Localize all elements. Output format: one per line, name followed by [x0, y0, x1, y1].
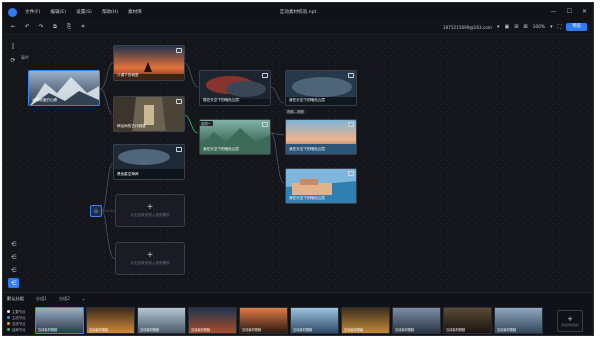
node-sunset-sea[interactable]: 我在天空下的暗色云层: [285, 119, 357, 155]
add-tab-button[interactable]: +: [82, 297, 86, 302]
tab-group-1[interactable]: 分组1: [36, 296, 47, 302]
empty-slot[interactable]: + 点击选择或拖入视频素材: [115, 242, 185, 275]
thumbnail[interactable]: 互动素材视频: [494, 307, 543, 334]
tab-group-2[interactable]: 分组2: [59, 296, 70, 302]
add-icon: +: [146, 250, 154, 259]
add-material-label: 添加视频素材: [560, 322, 579, 327]
edge: [101, 162, 114, 212]
canvas-tools: ⋲ ⋲ ⋲ ⋲: [8, 239, 19, 288]
thumbnail-caption: 互动素材视频: [191, 328, 211, 332]
edge: [183, 62, 199, 88]
node-dark-clouds-1[interactable]: 猫在天空下的暗色云层: [199, 70, 271, 106]
connection-tag[interactable]: 选项一: [199, 121, 214, 126]
node-caption: 我在天空下的暗色云层: [289, 98, 325, 102]
node-desert-castle[interactable]: 沙漠下的城堡: [113, 45, 185, 81]
thumbnail[interactable]: 互动素材视频: [86, 307, 135, 334]
node-caption: 沙漠下的城堡: [117, 73, 139, 77]
thumbnail[interactable]: 互动素材视频: [443, 307, 492, 334]
thumbnail-caption: 互动素材视频: [89, 328, 109, 332]
tool-branch-3-icon[interactable]: ⋲: [8, 265, 19, 275]
add-icon: +: [567, 314, 573, 323]
image-type-icon: [348, 122, 354, 127]
image-type-icon: [348, 171, 354, 176]
empty-slot-text: 点击选择或拖入视频素材: [130, 213, 170, 217]
image-type-icon: [176, 48, 182, 53]
legend-item: 主线节点: [7, 315, 26, 320]
thumbnail-caption: 互动素材视频: [395, 328, 415, 332]
empty-slot-text: 点击选择或拖入视频素材: [130, 261, 170, 265]
node-caption: 我在天空下的暗色云层: [289, 196, 325, 200]
edge: [183, 114, 199, 134]
edge: [101, 210, 116, 260]
tab-default-group[interactable]: 默认分组: [7, 296, 24, 302]
thumbnail[interactable]: 互动素材视频: [239, 307, 288, 334]
node-coastal-town[interactable]: 我在天空下的暗色云层: [285, 168, 357, 204]
thumbnail-caption: 互动素材视频: [497, 328, 517, 332]
node-dark-clouds-3[interactable]: 黑色星空海岸: [113, 144, 185, 180]
node-caption: 我在天空下的暗色云层: [289, 147, 325, 151]
thumbnail-caption: 互动素材视频: [38, 328, 58, 332]
thumbnail[interactable]: 互动素材视频: [35, 307, 84, 334]
thumbnail-caption: 互动素材视频: [242, 328, 262, 332]
node-caption: 猫在天空下的暗色云层: [203, 98, 239, 102]
node-legend: 主要节点 主线节点 支线节点 结局节点: [7, 309, 26, 332]
empty-slot[interactable]: + 点击选择或拖入视频素材: [115, 194, 185, 227]
node-caption: 我在天空下的暗色云层: [203, 147, 239, 151]
add-material-button[interactable]: + 添加视频素材: [557, 310, 583, 332]
tool-branch-active-icon[interactable]: ⋲: [8, 278, 19, 288]
image-type-icon: [348, 73, 354, 78]
branch-node-button[interactable]: ⊹: [90, 205, 102, 217]
tool-branch-1-icon[interactable]: ⋲: [8, 239, 19, 249]
image-type-icon: [176, 99, 182, 104]
app-window: 文件(F) 编辑(E) 设置(S) 帮助(H) 素材库 互动素材校验.npt —…: [2, 2, 594, 336]
node-dark-clouds-2[interactable]: 我在天空下的暗色云层: [285, 70, 357, 106]
connection-tag[interactable]: 视频—视频: [285, 109, 306, 114]
edge: [99, 62, 114, 90]
legend-item: 主要节点: [7, 309, 26, 314]
edge: [270, 86, 285, 104]
thumbnail[interactable]: 互动素材视频: [137, 307, 186, 334]
node-canyon-castle[interactable]: 峡谷间的古代城堡: [113, 96, 185, 132]
thumbnail[interactable]: 互动素材视频: [392, 307, 441, 334]
node-snowy-mountain[interactable]: 冰雪覆盖的山峰: [28, 70, 100, 106]
thumbnail-strip: 互动素材视频 互动素材视频 互动素材视频 互动素材视频 互动素材视频 互动素材视…: [35, 307, 543, 334]
edge: [99, 88, 114, 116]
tool-branch-2-icon[interactable]: ⋲: [8, 252, 19, 262]
thumbnail[interactable]: 互动素材视频: [188, 307, 237, 334]
image-type-icon: [262, 73, 268, 78]
legend-item: 支线节点: [7, 321, 26, 326]
group-tabs: 默认分组 分组1 分组2 +: [7, 296, 85, 302]
thumbnail-caption: 互动素材视频: [293, 328, 313, 332]
node-caption: 黑色星空海岸: [117, 172, 139, 176]
image-type-icon: [176, 147, 182, 152]
thumbnail-caption: 互动素材视频: [344, 328, 364, 332]
thumbnail-caption: 互动素材视频: [140, 328, 160, 332]
edge: [270, 132, 285, 184]
image-type-icon: [262, 122, 268, 127]
add-icon: +: [146, 202, 154, 211]
node-caption: 冰雪覆盖的山峰: [32, 98, 58, 102]
thumbnail[interactable]: 互动素材视频: [290, 307, 339, 334]
legend-item: 结局节点: [7, 327, 26, 332]
thumbnail-caption: 互动素材视频: [446, 328, 466, 332]
node-caption: 峡谷间的古代城堡: [117, 124, 146, 128]
material-panel: 默认分组 分组1 分组2 + 主要节点 主线节点 支线节点 结局节点 互动素材视…: [3, 292, 593, 335]
thumbnail[interactable]: 互动素材视频: [341, 307, 390, 334]
